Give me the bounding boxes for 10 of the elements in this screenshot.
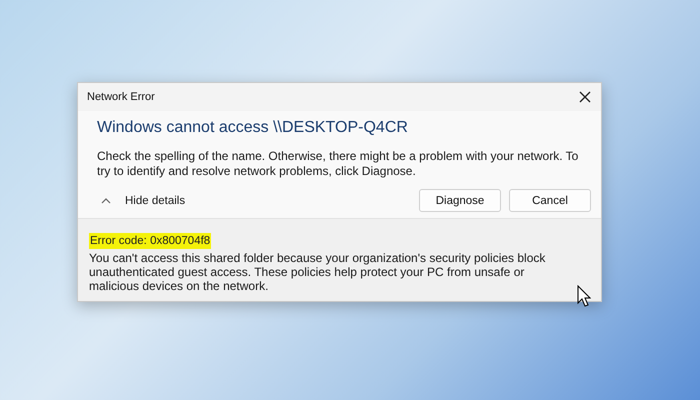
close-icon	[579, 91, 591, 103]
window-title: Network Error	[87, 91, 155, 103]
message-text: Check the spelling of the name. Otherwise, there might be a problem with your network. To try to identify and resolve network problems, click Diagnose.	[97, 149, 580, 179]
details-text: You can't access this shared folder because your organization's security policies block unauthenticated guest access. These policies help protect your PC from unsafe or malicious devices on the network.	[89, 251, 546, 293]
error-code: Error code: 0x800704f8	[89, 233, 212, 249]
details-toggle[interactable]: Hide details	[97, 194, 186, 206]
dialog-heading: Windows cannot access \\DESKTOP-Q4CR	[97, 119, 409, 137]
dialog-button[interactable]: Diagnose	[419, 189, 501, 212]
chevron-icon	[101, 198, 111, 204]
dialog-button[interactable]: Cancel	[509, 189, 591, 212]
